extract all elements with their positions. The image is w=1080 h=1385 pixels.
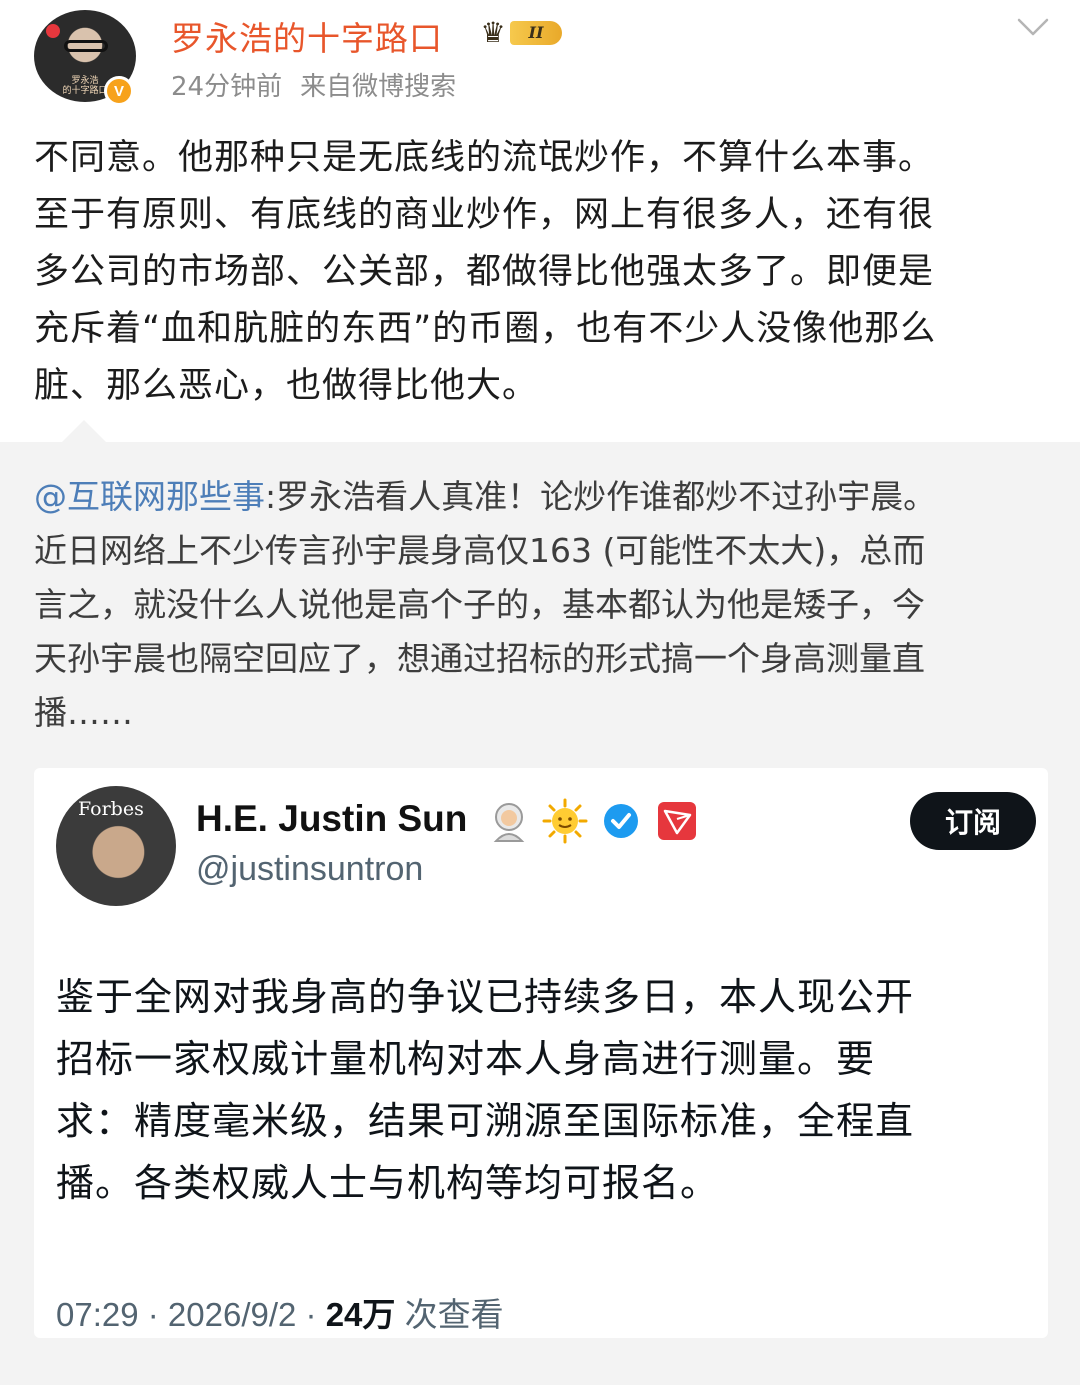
- repost-line: 近日网络上不少传言孙宇晨身高仅163 (可能性不太大)，总而: [34, 531, 926, 570]
- verified-check-icon: [598, 798, 644, 844]
- post-time: 24分钟前: [171, 72, 283, 102]
- member-level-badge[interactable]: ♛ II: [476, 14, 568, 52]
- mention-link[interactable]: @互联网那些事: [34, 477, 265, 516]
- repost-line: 天孙宇晨也隔空回应了，想通过招标的形式搞一个身高测量直: [34, 639, 925, 678]
- repost-line: 播……: [34, 693, 133, 732]
- tweet-views-label: 次查看: [395, 1296, 504, 1333]
- astronaut-emoji-icon: [486, 798, 532, 844]
- sun-emoji-icon: [542, 798, 588, 844]
- tweet-avatar[interactable]: Forbes: [56, 786, 176, 906]
- author-name[interactable]: 罗永浩的十字路口: [171, 12, 443, 60]
- embedded-tweet-card[interactable]: Forbes H.E. Justin Sun @justinsuntron 订阅…: [34, 768, 1048, 1338]
- repost-first-text: :罗永浩看人真准！论炒作谁都炒不过孙宇晨。: [265, 477, 937, 516]
- tweet-name-icons: [486, 798, 700, 844]
- repost-line: 言之，就没什么人说他是高个子的，基本都认为他是矮子，今: [34, 585, 925, 624]
- repost-content: @互联网那些事:罗永浩看人真准！论炒作谁都炒不过孙宇晨。 近日网络上不少传言孙宇…: [34, 470, 1044, 740]
- post-header: 罗永浩 的十字路口 V 罗永浩的十字路口 ♛ II 24分钟前 来自微博搜索: [0, 0, 1080, 120]
- tweet-handle[interactable]: @justinsuntron: [196, 850, 423, 889]
- tweet-author-name[interactable]: H.E. Justin Sun: [196, 798, 467, 840]
- repost-line: @互联网那些事:罗永浩看人真准！论炒作谁都炒不过孙宇晨。: [34, 470, 1044, 524]
- tweet-line: 鉴于全网对我身高的争议已持续多日，本人现公开: [56, 975, 915, 1019]
- repost-notch: [62, 420, 106, 442]
- glasses-graphic: [64, 40, 108, 52]
- level-label: II: [510, 21, 562, 45]
- tweet-body: 鉴于全网对我身高的争议已持续多日，本人现公开 招标一家权威计量机构对本人身高进行…: [56, 966, 1051, 1214]
- verified-v-icon: V: [104, 76, 134, 106]
- avatar-badge-icon: [46, 24, 60, 38]
- post-line: 充斥着“血和肮脏的东西”的币圈，也有不少人没像他那么: [34, 309, 937, 349]
- post-line: 至于有原则、有底线的商业炒作，网上有很多人，还有很: [34, 195, 935, 235]
- post-line: 脏、那么恶心，也做得比他大。: [34, 366, 539, 406]
- tweet-line: 播。各类权威人士与机构等均可报名。: [56, 1161, 720, 1205]
- post-meta: 24分钟前 来自微博搜索: [171, 66, 456, 103]
- tweet-footer: 07:29 · 2026/9/2 · 24万 次查看: [56, 1288, 504, 1336]
- crown-icon: ♛: [480, 16, 506, 49]
- tweet-view-count: 24万: [325, 1296, 396, 1333]
- tweet-line: 招标一家权威计量机构对本人身高进行测量。要: [56, 1037, 876, 1081]
- post-line: 多公司的市场部、公关部，都做得比他强太多了。即便是: [34, 252, 935, 292]
- post-content: 不同意。他那种只是无底线的流氓炒作，不算什么本事。 至于有原则、有底线的商业炒作…: [34, 130, 1044, 415]
- forbes-watermark: Forbes: [78, 798, 144, 820]
- post-source: 来自微博搜索: [300, 72, 457, 102]
- chevron-down-icon[interactable]: [1016, 14, 1050, 40]
- subscribe-button[interactable]: 订阅: [910, 792, 1036, 850]
- post-line: 不同意。他那种只是无底线的流氓炒作，不算什么本事。: [34, 138, 935, 178]
- tweet-line: 求：精度毫米级，结果可溯源至国际标准，全程直: [56, 1099, 915, 1143]
- tron-logo-icon: [654, 798, 700, 844]
- tweet-timestamp[interactable]: 07:29 · 2026/9/2 ·: [56, 1296, 326, 1333]
